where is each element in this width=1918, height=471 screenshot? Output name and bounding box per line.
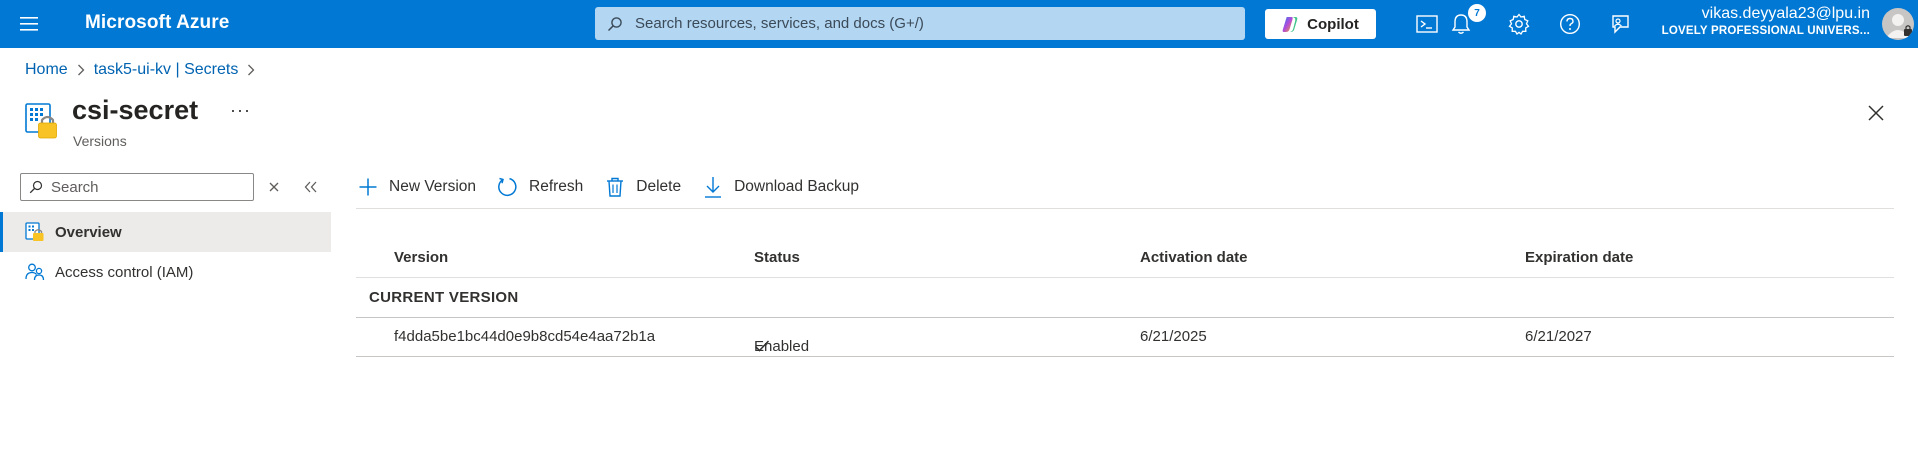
notification-count-badge: 7	[1468, 4, 1486, 22]
sidebar-item-label: Access control (IAM)	[55, 263, 194, 281]
status-text: Enabled	[754, 338, 810, 355]
global-search-input[interactable]	[635, 15, 1235, 32]
page-subtitle: Versions	[73, 133, 127, 149]
delete-label: Delete	[636, 178, 682, 195]
avatar[interactable]	[1882, 8, 1914, 40]
chevron-right-icon	[247, 64, 255, 76]
breadcrumb-key-vault-secrets[interactable]: task5-ui-kv | Secrets	[94, 61, 239, 79]
version-id[interactable]: f4dda5be1bc44d0e9b8cd54e4aa72b1a	[394, 328, 655, 345]
new-version-button[interactable]: New Version	[356, 171, 476, 203]
command-bar: New Version Refresh Delete Download Back…	[356, 171, 879, 203]
search-icon	[607, 15, 625, 33]
copilot-button[interactable]: Copilot	[1265, 9, 1376, 39]
clear-filter-icon[interactable]	[264, 177, 284, 197]
global-search[interactable]	[595, 7, 1245, 40]
command-bar-divider	[356, 208, 1894, 209]
sidebar-item-overview[interactable]: Overview	[0, 212, 331, 252]
settings-icon[interactable]	[1504, 10, 1534, 38]
breadcrumb-home[interactable]: Home	[25, 61, 68, 79]
download-backup-button[interactable]: Download Backup	[701, 171, 859, 203]
trash-icon	[603, 175, 627, 199]
delete-button[interactable]: Delete	[603, 171, 681, 203]
table-row[interactable]: f4dda5be1bc44d0e9b8cd54e4aa72b1a Enabled…	[356, 318, 1894, 357]
nav-search[interactable]	[20, 173, 254, 201]
column-header-version[interactable]: Version	[394, 249, 448, 266]
refresh-label: Refresh	[529, 178, 584, 195]
page-title: csi-secret	[72, 95, 199, 125]
column-header-status[interactable]: Status	[754, 249, 800, 266]
collapse-menu-icon[interactable]	[301, 177, 321, 197]
download-backup-label: Download Backup	[734, 178, 860, 195]
group-label: CURRENT VERSION	[369, 289, 519, 306]
iam-icon	[25, 262, 45, 282]
brand-title[interactable]: Microsoft Azure	[85, 12, 229, 34]
versions-table: Version Status Activation date Expiratio…	[356, 240, 1894, 357]
breadcrumb: Home task5-ui-kv | Secrets	[25, 61, 264, 79]
account-org: LOVELY PROFESSIONAL UNIVERS...	[1661, 25, 1870, 37]
download-icon	[701, 175, 725, 199]
top-bar: Microsoft Azure Copilot 7 vikas.deyyala2…	[0, 0, 1918, 48]
sidebar-item-label: Overview	[55, 223, 122, 241]
group-header-current-version: CURRENT VERSION	[356, 278, 1894, 318]
sidebar-item-access-control[interactable]: Access control (IAM)	[0, 252, 331, 292]
close-icon[interactable]	[1864, 101, 1888, 125]
search-icon	[29, 180, 43, 194]
help-icon[interactable]	[1555, 10, 1585, 38]
account-info[interactable]: vikas.deyyala23@lpu.in LOVELY PROFESSION…	[1662, 6, 1870, 38]
new-version-label: New Version	[389, 178, 477, 195]
account-email: vikas.deyyala23@lpu.in	[1701, 5, 1870, 22]
copilot-label: Copilot	[1307, 15, 1359, 33]
column-header-activation-date[interactable]: Activation date	[1140, 249, 1248, 266]
plus-icon	[356, 175, 380, 199]
cloud-shell-icon[interactable]	[1412, 10, 1442, 38]
refresh-icon	[496, 175, 520, 199]
chevron-right-icon	[77, 64, 85, 76]
hamburger-menu-icon[interactable]	[17, 13, 41, 35]
column-header-expiration-date[interactable]: Expiration date	[1525, 249, 1633, 266]
expiration-date: 6/21/2027	[1525, 328, 1592, 345]
feedback-icon[interactable]	[1605, 10, 1635, 38]
overview-icon	[25, 222, 45, 242]
secret-icon	[25, 103, 59, 141]
refresh-button[interactable]: Refresh	[496, 171, 583, 203]
copilot-icon	[1282, 16, 1298, 32]
more-options-button[interactable]: ···	[230, 100, 251, 121]
nav-search-input[interactable]	[51, 178, 241, 196]
activation-date: 6/21/2025	[1140, 328, 1207, 345]
table-header: Version Status Activation date Expiratio…	[356, 240, 1894, 278]
